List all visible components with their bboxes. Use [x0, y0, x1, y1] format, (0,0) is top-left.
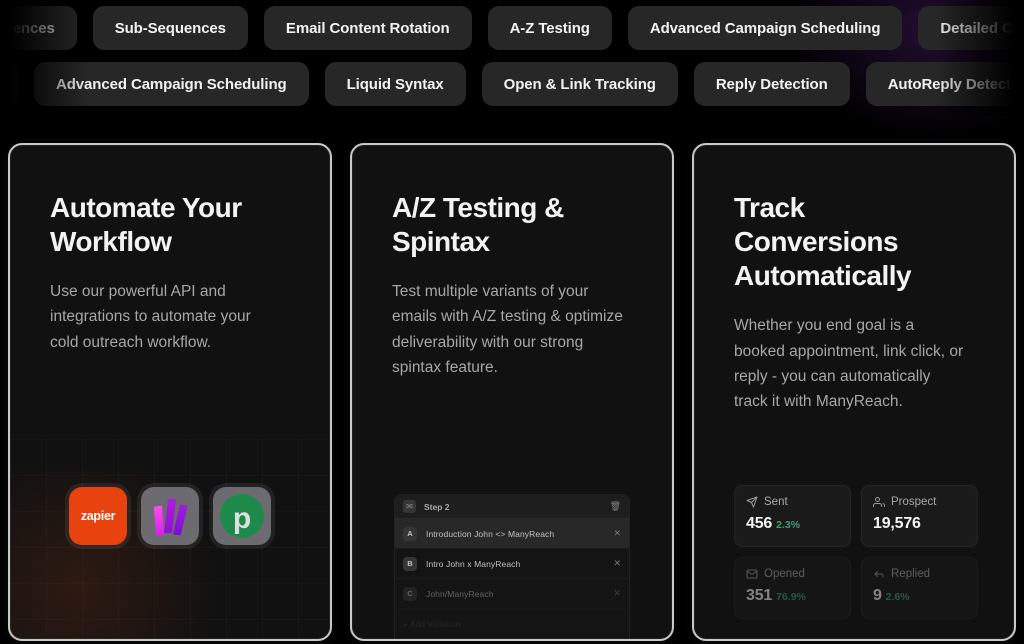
- stat-card-prospect[interactable]: Prospect 19,576: [861, 485, 978, 547]
- feature-card-row: Automate Your Workflow Use our powerful …: [8, 143, 1016, 641]
- add-variation-label: + Add Variation: [403, 618, 461, 629]
- variant-subject-b: Intro John x ManyReach: [426, 558, 521, 569]
- card-3-body: Track Conversions Automatically Whether …: [694, 145, 1014, 414]
- card-2-title: A/Z Testing & Spintax: [392, 192, 564, 258]
- feature-pill-marquee: ic Sequences Sub-Sequences Email Content…: [0, 0, 1024, 116]
- trash-icon[interactable]: 🗑: [610, 501, 621, 512]
- zapier-icon[interactable]: zapier: [69, 487, 127, 545]
- variant-badge-a: A: [403, 526, 417, 541]
- pill-autoreply-detection[interactable]: AutoReply Detection & Resc: [865, 62, 1024, 106]
- pabbly-glyph: p: [232, 502, 252, 535]
- card-1-title: Automate Your Workflow: [50, 192, 242, 258]
- variant-widget-header: ✉ Step 2 🗑: [395, 495, 629, 519]
- mail-icon: ✉: [403, 500, 416, 513]
- stat-replied-delta: 2.6%: [885, 591, 910, 603]
- stat-opened-value-row: 351 76.9%: [746, 587, 839, 605]
- card-3-description: Whether you end goal is a booked appoint…: [734, 317, 964, 410]
- pill-a-z-testing[interactable]: A-Z Testing: [487, 6, 612, 50]
- reply-icon: [874, 571, 884, 578]
- card-3-title: Track Conversions Automatically: [734, 192, 912, 292]
- pill-row-1: ic Sequences Sub-Sequences Email Content…: [0, 0, 1024, 56]
- stat-sent-value-row: 456 2.3%: [746, 515, 839, 533]
- card-1-body: Automate Your Workflow Use our powerful …: [10, 145, 330, 355]
- stat-card-replied[interactable]: Replied 9 2.6%: [861, 557, 978, 619]
- stat-sent-label: Sent: [764, 496, 788, 508]
- stat-sent-delta: 2.3%: [776, 519, 801, 531]
- variant-subject-c: John/ManyReach: [426, 588, 494, 599]
- pill-detailed-campaign[interactable]: Detailed Cam: [918, 6, 1024, 50]
- variant-subject-a: Introduction John <> ManyReach: [426, 528, 555, 539]
- make-glyph: [153, 499, 188, 537]
- stat-replied-head: Replied: [873, 568, 966, 580]
- page-root: ic Sequences Sub-Sequences Email Content…: [0, 0, 1024, 644]
- card-automate-your-workflow[interactable]: Automate Your Workflow Use our powerful …: [8, 143, 332, 641]
- pill-dynamic-sequences[interactable]: ic Sequences: [0, 6, 77, 50]
- send-icon: [746, 496, 758, 508]
- stat-replied-label: Replied: [891, 568, 930, 580]
- pill-advanced-campaign-scheduling[interactable]: Advanced Campaign Scheduling: [627, 6, 903, 50]
- stat-opened-head: Opened: [746, 568, 839, 580]
- opened-icon: [746, 569, 758, 579]
- card-az-testing-spintax[interactable]: A/Z Testing & Spintax Test multiple vari…: [350, 143, 674, 641]
- stat-opened-delta: 76.9%: [776, 591, 806, 603]
- variant-badge-c: C: [403, 586, 417, 601]
- card-1-description: Use our powerful API and integrations to…: [50, 283, 251, 351]
- integration-logo-stage: zapier p: [10, 439, 330, 639]
- pill-liquid-syntax[interactable]: Liquid Syntax: [324, 62, 466, 106]
- stat-prospect-head: Prospect: [873, 496, 966, 508]
- stat-replied-value-row: 9 2.6%: [873, 587, 966, 605]
- pill-reply-detection[interactable]: Reply Detection: [693, 62, 850, 106]
- card-2-description: Test multiple variants of your emails wi…: [392, 283, 623, 376]
- pill-email-content-rotation[interactable]: Email Content Rotation: [263, 6, 472, 50]
- stat-opened-label: Opened: [764, 568, 805, 580]
- make-icon[interactable]: [141, 487, 199, 545]
- pabbly-circle: p: [220, 494, 264, 538]
- variant-row-b[interactable]: B Intro John x ManyReach ✕: [395, 549, 629, 579]
- email-variant-widget: ✉ Step 2 🗑 A Introduction John <> ManyRe…: [394, 494, 630, 639]
- step-label: Step 2: [424, 501, 450, 512]
- pill-row2-clipped-start[interactable]: [0, 62, 18, 106]
- remove-variant-a-icon[interactable]: ✕: [613, 528, 621, 539]
- stat-sent-head: Sent: [746, 496, 839, 508]
- stat-replied-value: 9: [873, 587, 882, 604]
- variant-row-a[interactable]: A Introduction John <> ManyReach ✕: [395, 519, 629, 549]
- stat-prospect-label: Prospect: [891, 496, 937, 508]
- stat-prospect-value: 19,576: [873, 515, 921, 532]
- integration-logo-row: zapier p: [10, 487, 330, 545]
- card-2-body: A/Z Testing & Spintax Test multiple vari…: [352, 145, 672, 380]
- pill-open-link-tracking[interactable]: Open & Link Tracking: [481, 62, 678, 106]
- stat-sent-value: 456: [746, 515, 773, 532]
- pill-advanced-campaign-scheduling-2[interactable]: Advanced Campaign Scheduling: [34, 62, 309, 106]
- variant-badge-b: B: [403, 556, 417, 571]
- stat-card-opened[interactable]: Opened 351 76.9%: [734, 557, 851, 619]
- pill-sub-sequences[interactable]: Sub-Sequences: [92, 6, 248, 50]
- pabbly-icon[interactable]: p: [213, 487, 271, 545]
- prospect-icon: [873, 497, 885, 507]
- stat-card-sent[interactable]: Sent 456 2.3%: [734, 485, 851, 547]
- remove-variant-b-icon[interactable]: ✕: [613, 558, 621, 569]
- card-track-conversions[interactable]: Track Conversions Automatically Whether …: [692, 143, 1016, 641]
- remove-variant-c-icon[interactable]: ✕: [613, 588, 621, 599]
- stat-prospect-value-row: 19,576: [873, 515, 966, 533]
- zapier-wordmark: zapier: [80, 509, 116, 523]
- add-variation-row[interactable]: + Add Variation: [395, 609, 629, 639]
- stat-opened-value: 351: [746, 587, 773, 604]
- pill-row-2: Advanced Campaign Scheduling Liquid Synt…: [0, 56, 1024, 112]
- variant-row-c[interactable]: C John/ManyReach ✕: [395, 579, 629, 609]
- conversion-stats-grid: Sent 456 2.3% Prospect 19,576 Opened 351…: [734, 485, 978, 619]
